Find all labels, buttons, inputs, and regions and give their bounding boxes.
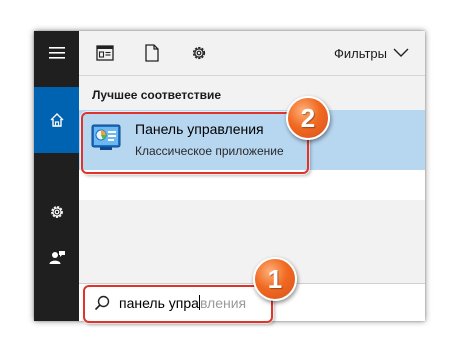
toolbar-divider — [79, 75, 425, 76]
search-box[interactable]: панель управления — [79, 283, 425, 321]
result-title: Панель управления — [135, 121, 264, 137]
search-results-panel: Фильтры Лучшее соответствие Панель управ… — [79, 31, 425, 321]
start-search-window: Фильтры Лучшее соответствие Панель управ… — [34, 31, 425, 321]
step-badge-2: 2 — [286, 96, 330, 140]
step-badge-1: 1 — [253, 257, 297, 301]
documents-filter-button[interactable] — [95, 43, 115, 63]
settings-gear-icon — [192, 46, 206, 60]
search-toolbar: Фильтры — [79, 31, 425, 75]
documents-icon — [96, 45, 114, 61]
file-icon — [145, 44, 159, 62]
best-match-result[interactable]: Панель управления Классическое приложени… — [79, 110, 425, 170]
search-icon — [94, 295, 110, 311]
sidebar-item-home[interactable] — [34, 87, 79, 153]
best-match-heading: Лучшее соответствие — [92, 88, 222, 102]
sidebar-item-settings[interactable] — [34, 190, 79, 234]
hamburger-menu-button[interactable] — [34, 31, 79, 75]
user-feedback-icon — [49, 251, 65, 264]
home-icon — [50, 113, 63, 127]
filters-label: Фильтры — [333, 45, 387, 61]
search-suggestion-text: вления — [199, 295, 247, 311]
control-panel-icon — [91, 124, 121, 150]
files-filter-button[interactable] — [142, 43, 162, 63]
settings-filter-button[interactable] — [189, 43, 209, 63]
search-input[interactable]: панель управления — [119, 295, 246, 311]
sidebar — [34, 31, 79, 321]
settings-gear-icon — [50, 206, 63, 218]
chevron-down-icon — [393, 48, 409, 57]
search-typed-text: панель упра — [119, 295, 199, 311]
filters-dropdown[interactable]: Фильтры — [334, 44, 409, 62]
sidebar-item-feedback[interactable] — [34, 236, 79, 280]
result-subtitle: Классическое приложение — [135, 144, 284, 158]
results-list: Панель управления Классическое приложени… — [79, 110, 425, 200]
hamburger-menu-icon — [48, 47, 65, 59]
screenshot-stage: Фильтры Лучшее соответствие Панель управ… — [0, 0, 458, 353]
